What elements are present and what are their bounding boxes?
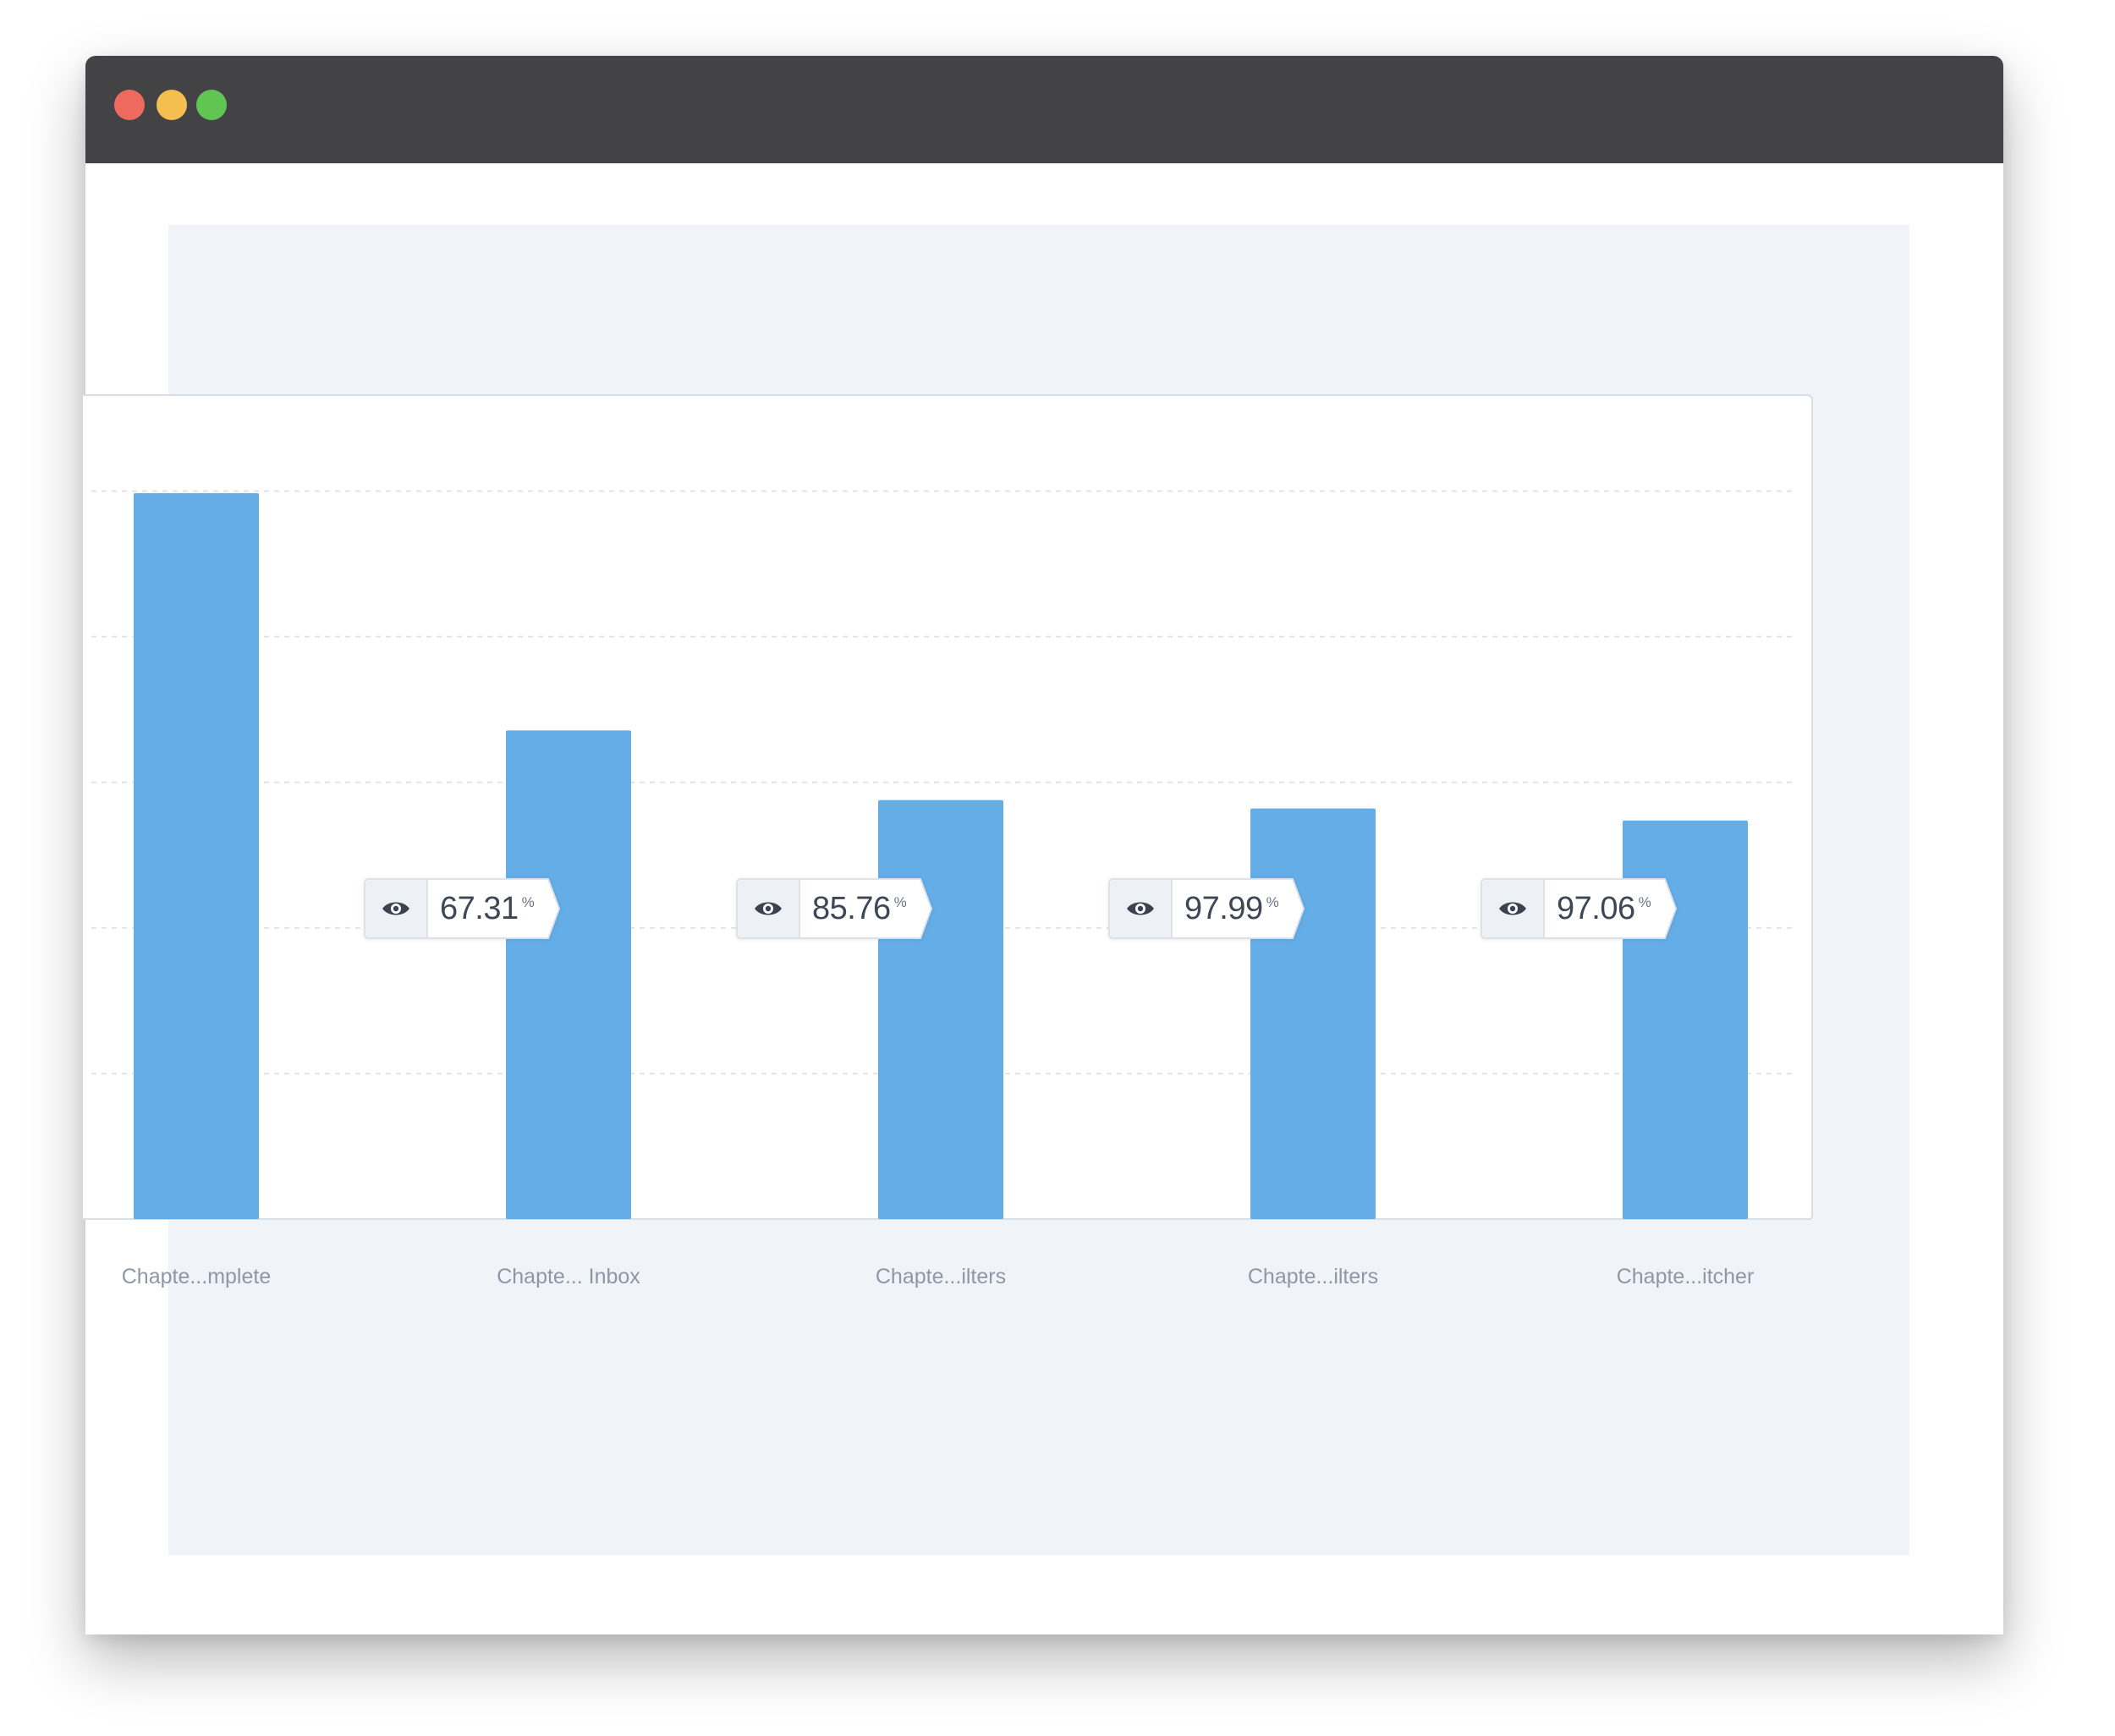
conversion-badge: 85.76% <box>736 878 932 939</box>
badge-arrow-tip <box>917 878 932 939</box>
funnel-chart: Chapte...mplete Chapte... Inbox Chapte...i… <box>83 338 1997 1294</box>
conversion-rate: 97.99 <box>1184 890 1263 926</box>
eye-icon <box>364 878 426 939</box>
minimize-window-button[interactable] <box>157 90 187 120</box>
bar <box>134 492 259 1219</box>
x-tick-label: Chapte...mplete <box>121 1265 272 1288</box>
x-tick-label: Chapte...ilters <box>1247 1265 1379 1288</box>
badge-arrow-tip <box>1662 878 1677 939</box>
window-titlebar <box>85 56 2003 163</box>
x-tick-label: Chapte... Inbox <box>497 1265 640 1288</box>
badge-arrow-tip <box>545 878 560 939</box>
maximize-window-button[interactable] <box>196 90 227 120</box>
chart-canvas <box>83 394 1813 1220</box>
conversion-value-box: 67.31% <box>426 878 545 939</box>
percent-unit: % <box>1266 894 1279 910</box>
close-window-button[interactable] <box>114 90 145 120</box>
conversion-value-box: 97.99% <box>1171 878 1289 939</box>
eye-icon <box>1108 878 1171 939</box>
x-tick-label: Chapte...itcher <box>1616 1265 1755 1288</box>
bar <box>878 799 1003 1219</box>
bar <box>506 730 631 1219</box>
conversion-badge: 97.06% <box>1480 878 1677 939</box>
conversion-badge: 67.31% <box>364 878 560 939</box>
badge-arrow-tip <box>1289 878 1305 939</box>
eye-icon <box>1480 878 1543 939</box>
percent-unit: % <box>521 894 535 910</box>
bar <box>1250 808 1376 1219</box>
conversion-rate: 85.76 <box>812 890 891 926</box>
percent-unit: % <box>1638 894 1651 910</box>
conversion-value-box: 85.76% <box>799 878 917 939</box>
percent-unit: % <box>893 894 907 910</box>
x-tick-label: Chapte...ilters <box>875 1265 1007 1288</box>
conversion-rate: 97.06 <box>1557 890 1635 926</box>
conversion-value-box: 97.06% <box>1543 878 1662 939</box>
conversion-badge: 97.99% <box>1108 878 1305 939</box>
conversion-rate: 67.31 <box>440 890 519 926</box>
eye-icon <box>736 878 799 939</box>
